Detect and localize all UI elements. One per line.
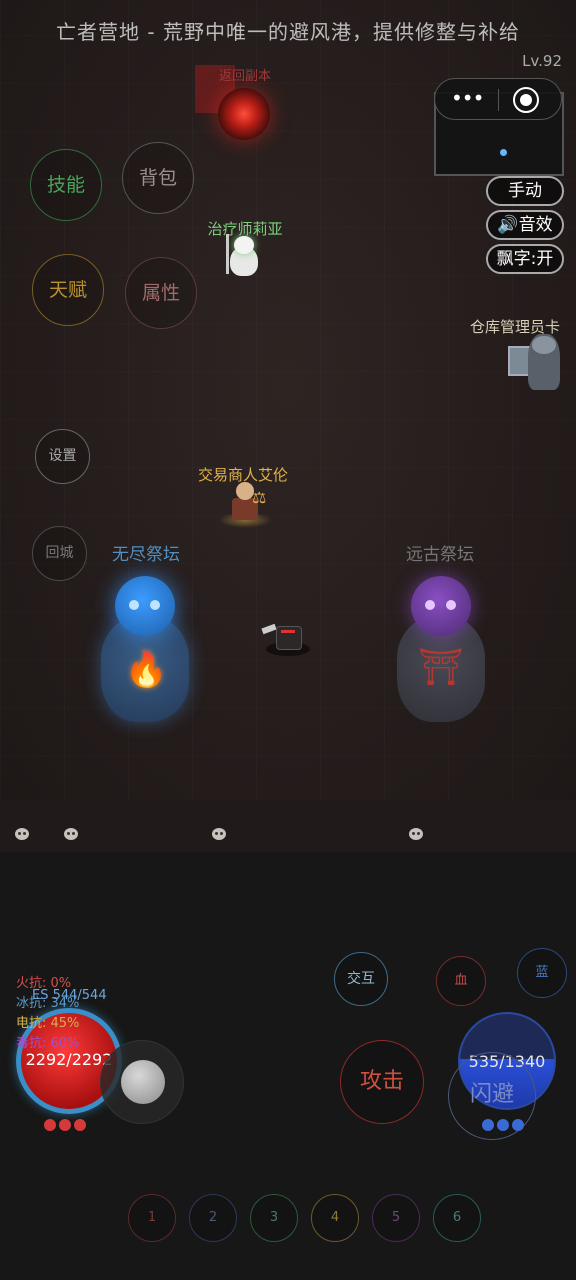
energy-shield-value: ES 544/544 xyxy=(32,988,107,1003)
keeper-helmet xyxy=(532,336,556,354)
manual-mode-toggle[interactable]: 手动 xyxy=(486,176,564,206)
charge-pip xyxy=(44,1119,56,1131)
flame-icon: 🔥 xyxy=(125,650,168,690)
scale-icon: ⚖ xyxy=(252,488,267,507)
skull-icon xyxy=(212,828,226,840)
healer-head xyxy=(234,236,254,254)
altar-eye xyxy=(425,600,435,610)
attributes-button[interactable]: 属性 xyxy=(125,257,197,329)
torii-gate-icon: ⛩ xyxy=(418,647,464,688)
charge-pip xyxy=(512,1119,524,1131)
zone-title: 亡者营地 - 荒野中唯一的避风港，提供修整与补给 xyxy=(56,20,520,44)
attack-button[interactable]: 攻击 xyxy=(340,1040,424,1124)
dungeon-portal[interactable] xyxy=(218,88,270,140)
portal-label: 返回副本 xyxy=(218,69,271,84)
ancient-altar-orb xyxy=(411,576,471,636)
healer-npc[interactable] xyxy=(224,234,264,278)
mp-charges xyxy=(482,1116,527,1135)
talent-button[interactable]: 天赋 xyxy=(32,254,104,326)
charge-pip xyxy=(74,1119,86,1131)
floating-text-toggle[interactable]: 飘字:开 xyxy=(486,244,564,274)
trader-npc[interactable]: ⚖ xyxy=(218,482,272,530)
player-character xyxy=(261,622,312,658)
skills-button[interactable]: 技能 xyxy=(30,149,102,221)
interact-button[interactable]: 交互 xyxy=(334,952,388,1006)
sound-toggle[interactable]: 🔊音效 xyxy=(486,210,564,240)
miniprogram-capsule: ••• xyxy=(434,78,562,120)
skull-icon xyxy=(15,828,29,840)
hotbar-slot-4[interactable]: 4 xyxy=(311,1194,359,1242)
charge-pip xyxy=(497,1119,509,1131)
hp-potion-button[interactable]: 血 xyxy=(436,956,486,1006)
warehouse-keeper-npc[interactable] xyxy=(508,334,564,392)
hp-charges xyxy=(44,1116,89,1135)
joystick-knob[interactable] xyxy=(121,1060,165,1104)
more-menu-icon[interactable]: ••• xyxy=(451,86,484,110)
lightning-resistance: 电抗: 45% xyxy=(16,1016,80,1031)
dodge-label: 闪避 xyxy=(469,1082,514,1107)
mp-potion-button[interactable]: 蓝 xyxy=(517,948,567,998)
skull-icon xyxy=(409,828,423,840)
ancient-altar-name: 远古祭坛 xyxy=(406,545,474,565)
hotbar-slot-6[interactable]: 6 xyxy=(433,1194,481,1242)
skull-icon xyxy=(64,828,78,840)
map-bottom-edge xyxy=(0,800,576,852)
charge-pip xyxy=(59,1119,71,1131)
charge-pip xyxy=(482,1119,494,1131)
altar-eye xyxy=(129,600,139,610)
capsule-divider xyxy=(498,89,499,111)
cleaver-icon xyxy=(261,623,277,635)
settings-button[interactable]: 设置 xyxy=(35,429,90,484)
hotbar-slot-2[interactable]: 2 xyxy=(189,1194,237,1242)
return-town-button[interactable]: 回城 xyxy=(32,526,87,581)
bag-button[interactable]: 背包 xyxy=(122,142,194,214)
altar-eye xyxy=(446,600,456,610)
minimap-player-dot xyxy=(500,149,507,156)
hotbar-slot-3[interactable]: 3 xyxy=(250,1194,298,1242)
altar-eye xyxy=(150,600,160,610)
endless-altar-name: 无尽祭坛 xyxy=(112,545,180,565)
endless-altar-orb xyxy=(115,576,175,636)
close-target-icon[interactable] xyxy=(513,87,539,113)
staff-icon xyxy=(226,234,229,274)
player-level: Lv.92 xyxy=(522,52,562,70)
hotbar-slot-1[interactable]: 1 xyxy=(128,1194,176,1242)
hotbar-slot-5[interactable]: 5 xyxy=(372,1194,420,1242)
hero-eyes xyxy=(281,630,295,633)
